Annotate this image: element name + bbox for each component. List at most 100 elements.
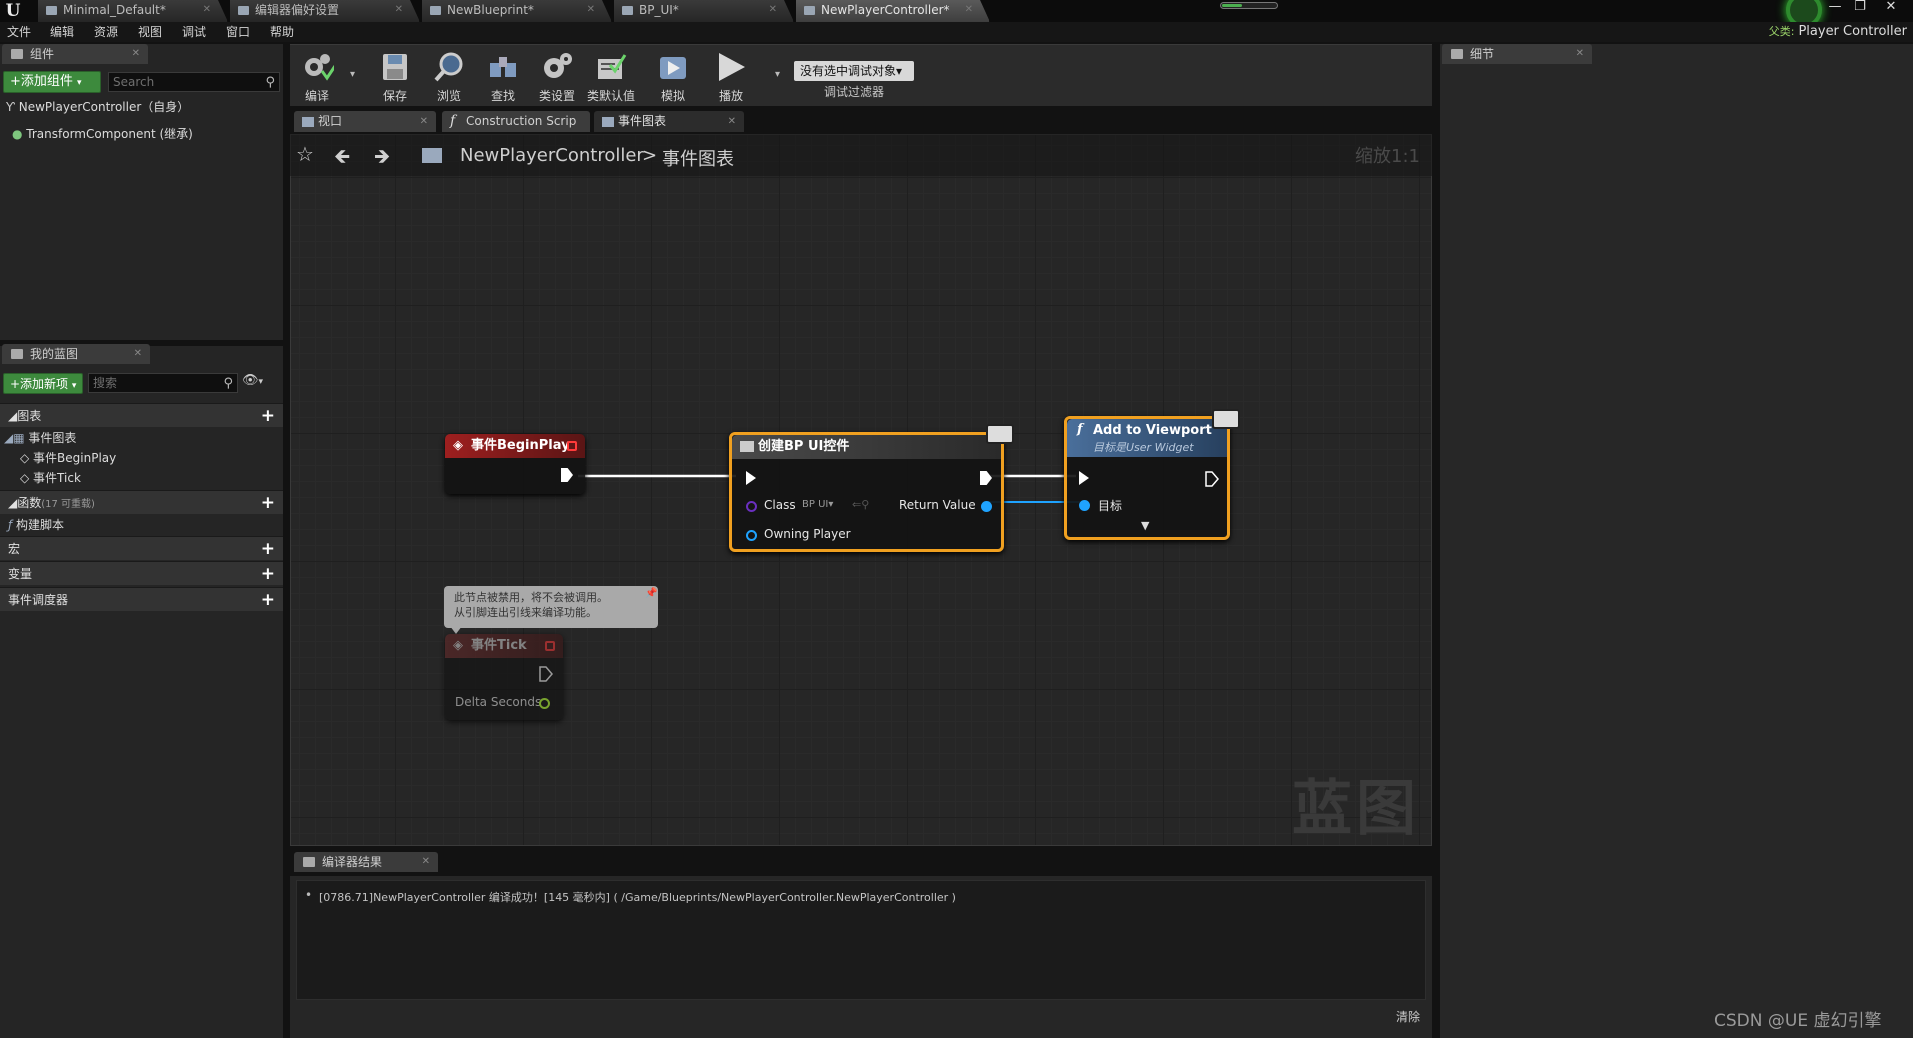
class-defaults-button[interactable]: 类默认值 <box>584 45 638 107</box>
delegate-pin[interactable] <box>545 641 555 651</box>
browse-button[interactable]: 浏览 <box>422 45 476 107</box>
add-dispatcher-button[interactable]: + <box>261 588 275 612</box>
node-add-to-viewport[interactable]: f Add to Viewport 目标是User Widget 目标 ▼ <box>1064 416 1230 540</box>
close-icon[interactable]: ✕ <box>728 111 736 132</box>
close-icon[interactable]: ✕ <box>395 0 403 20</box>
delegate-pin[interactable] <box>567 441 577 451</box>
back-arrow-icon[interactable]: 🡸 <box>334 142 350 176</box>
minimize-button[interactable]: — <box>1824 0 1846 18</box>
pin-icon[interactable]: 📌 <box>645 588 657 599</box>
owning-player-pin[interactable] <box>746 530 757 541</box>
compiler-results-tab[interactable]: 编译器结果 ✕ <box>294 852 438 872</box>
doc-tab-newblueprint[interactable]: NewBlueprint* ✕ <box>422 0 612 22</box>
close-window-button[interactable]: ✕ <box>1880 0 1902 18</box>
parent-class[interactable]: 父类: Player Controller <box>1769 22 1907 42</box>
close-icon[interactable]: ✕ <box>965 0 973 20</box>
close-icon[interactable]: ✕ <box>420 111 428 132</box>
class-pin-value[interactable]: BP UI▾ <box>802 499 833 510</box>
exec-out-pin[interactable] <box>980 471 992 485</box>
tree-construction-script-label: 构建脚本 <box>16 518 65 532</box>
exec-out-pin[interactable] <box>539 666 553 682</box>
class-pin[interactable] <box>746 501 757 512</box>
close-icon[interactable]: ✕ <box>422 852 430 872</box>
add-variable-button[interactable]: + <box>261 562 275 586</box>
play-button[interactable]: 播放 <box>704 45 758 107</box>
add-new-button[interactable]: +添加新项 ▾ <box>3 373 83 394</box>
forward-arrow-icon[interactable]: 🡺 <box>374 142 390 176</box>
exec-out-pin[interactable] <box>1205 471 1219 487</box>
my-blueprint-tab[interactable]: 我的蓝图 ✕ <box>2 344 150 364</box>
close-icon[interactable]: ✕ <box>1576 44 1584 64</box>
favorite-star-icon[interactable]: ☆ <box>296 142 314 166</box>
play-options-arrow[interactable]: ▾ <box>775 69 780 80</box>
add-component-button[interactable]: +添加组件 ▾ <box>3 71 101 93</box>
log-line: [0786.71]NewPlayerController 编译成功！[145 毫… <box>319 891 956 904</box>
target-pin[interactable] <box>1079 500 1090 511</box>
expand-arrow-icon[interactable]: ▼ <box>1141 519 1149 532</box>
exec-out-pin[interactable] <box>561 468 573 482</box>
category-variables[interactable]: 变量 + <box>0 561 283 585</box>
category-macros[interactable]: 宏 + <box>0 536 283 560</box>
node-create-widget[interactable]: 创建BP UI控件 Class BP UI▾ ⇐⚲ Return Value O… <box>729 432 1004 552</box>
find-label: 查找 <box>490 89 515 103</box>
breadcrumb-root[interactable]: NewPlayerController <box>460 145 644 166</box>
component-self[interactable]: Ƴ NewPlayerController（自身） <box>6 97 189 117</box>
compile-button[interactable]: 编译 <box>290 45 344 107</box>
tree-event-beginplay[interactable]: ◇ 事件BeginPlay <box>20 448 116 468</box>
tab-event-graph[interactable]: 事件图表 ✕ <box>594 111 744 132</box>
category-functions[interactable]: ◢函数(17 可重载) + <box>0 490 283 514</box>
tree-event-graph[interactable]: ◢▦ 事件图表 <box>4 428 76 448</box>
save-button[interactable]: 保存 <box>368 45 422 107</box>
add-function-button[interactable]: + <box>261 491 275 515</box>
exec-in-pin[interactable] <box>1079 471 1089 485</box>
menu-asset[interactable]: 资源 <box>94 22 118 42</box>
exec-in-pin[interactable] <box>746 471 756 485</box>
tab-viewport[interactable]: 视口 ✕ <box>294 111 436 132</box>
visibility-filter-button[interactable]: 👁▾ <box>242 373 278 393</box>
doc-tab-bp-ui[interactable]: BP_UI* ✕ <box>614 0 794 22</box>
my-blueprint-search-input[interactable]: 搜索 ⚲ <box>88 373 238 393</box>
settings-icon <box>238 6 249 15</box>
actor-icon: Ƴ <box>6 100 19 114</box>
menu-edit[interactable]: 编辑 <box>50 22 74 42</box>
browse-asset-icon[interactable]: ⇐⚲ <box>852 498 869 511</box>
details-icon <box>1451 49 1463 59</box>
class-settings-button[interactable]: 类设置 <box>530 45 584 107</box>
add-graph-button[interactable]: + <box>261 404 275 428</box>
category-graphs[interactable]: ◢图表 + <box>0 403 283 427</box>
doc-tab-newplayercontroller[interactable]: NewPlayerController* ✕ <box>796 0 990 22</box>
tree-construction-script[interactable]: ƒ 构建脚本 <box>8 515 64 535</box>
components-search-input[interactable]: Search ⚲ <box>108 72 280 92</box>
close-icon[interactable]: ✕ <box>203 0 211 20</box>
blueprint-watermark: 蓝图 <box>1292 774 1420 844</box>
add-macro-button[interactable]: + <box>261 537 275 561</box>
doc-tab-minimal-default[interactable]: Minimal_Default* ✕ <box>38 0 228 22</box>
close-icon[interactable]: ✕ <box>769 0 777 20</box>
menu-view[interactable]: 视图 <box>138 22 162 42</box>
close-icon[interactable]: ✕ <box>587 0 595 20</box>
node-event-beginplay[interactable]: ◈ 事件BeginPlay <box>445 434 585 494</box>
tab-construction-script[interactable]: f Construction Scrip <box>442 111 590 132</box>
close-icon[interactable]: ✕ <box>132 44 140 64</box>
compile-options-arrow[interactable]: ▾ <box>350 69 355 80</box>
menu-file[interactable]: 文件 <box>7 22 31 42</box>
node-event-tick[interactable]: ◈ 事件Tick Delta Seconds <box>445 634 563 720</box>
close-icon[interactable]: ✕ <box>134 344 142 364</box>
components-tab[interactable]: 组件 ✕ <box>2 44 148 64</box>
maximize-button[interactable]: ❐ <box>1849 0 1871 18</box>
return-value-pin[interactable] <box>981 501 992 512</box>
menu-debug[interactable]: 调试 <box>182 22 206 42</box>
component-transform[interactable]: ● TransformComponent (继承) <box>12 124 193 144</box>
details-tab[interactable]: 细节 ✕ <box>1442 44 1592 64</box>
event-diamond-icon: ◈ <box>453 638 463 653</box>
menu-window[interactable]: 窗口 <box>226 22 250 42</box>
debug-object-select[interactable]: 没有选中调试对象▾ <box>794 61 914 81</box>
menu-help[interactable]: 帮助 <box>270 22 294 42</box>
find-button[interactable]: 查找 <box>476 45 530 107</box>
tree-event-tick[interactable]: ◇ 事件Tick <box>20 468 81 488</box>
delta-seconds-pin[interactable] <box>539 698 550 709</box>
clear-button[interactable]: 清除 <box>1396 1008 1420 1025</box>
category-event-dispatchers[interactable]: 事件调度器 + <box>0 587 283 611</box>
simulate-button[interactable]: 模拟 <box>646 45 700 107</box>
doc-tab-editor-preferences[interactable]: 编辑器偏好设置 ✕ <box>230 0 420 22</box>
